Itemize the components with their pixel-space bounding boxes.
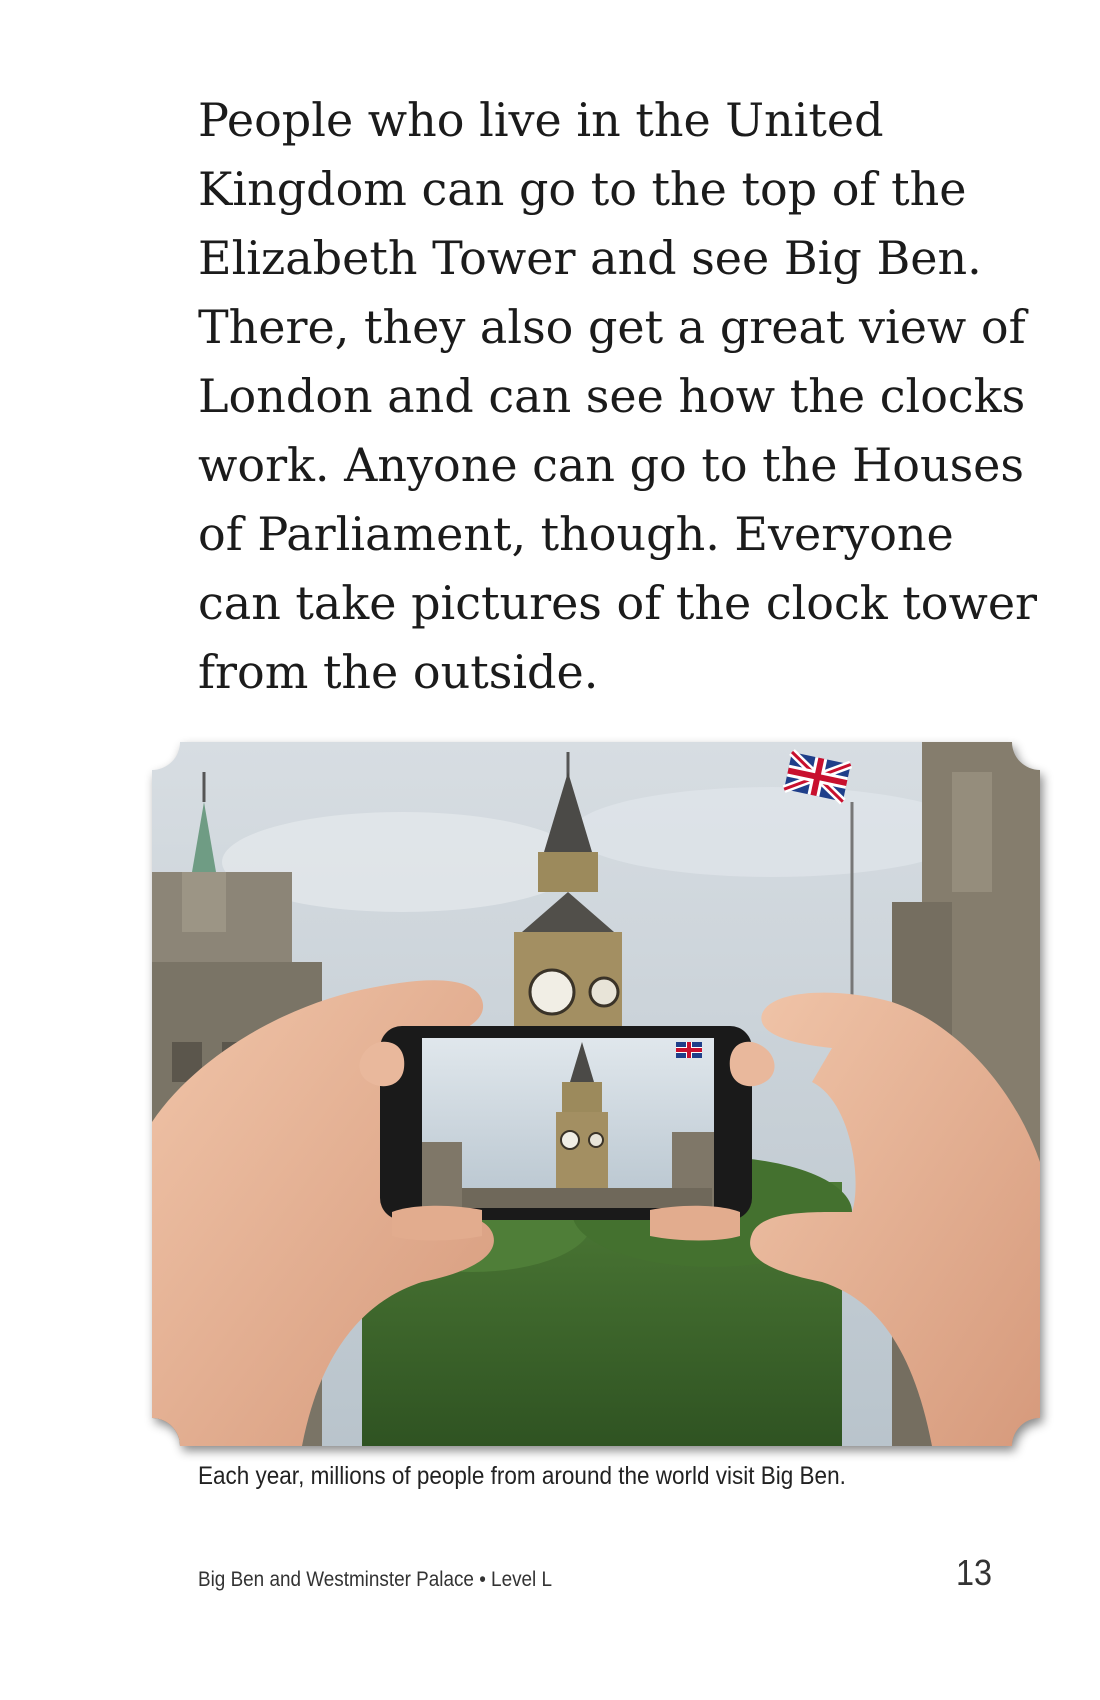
- body-line: There, they also get a great view of: [198, 300, 1026, 354]
- photo-big-ben-smartphone: [152, 742, 1040, 1446]
- body-line: can take pictures of the clock tower: [198, 576, 1038, 630]
- body-line: Elizabeth Tower and see Big Ben.: [198, 231, 982, 285]
- body-line: People who live in the United: [198, 93, 884, 147]
- body-paragraph: People who live in the United Kingdom ca…: [198, 86, 1038, 707]
- body-line: from the outside.: [198, 645, 599, 699]
- photo-caption: Each year, millions of people from aroun…: [198, 1462, 846, 1490]
- smartphone-icon: [380, 1026, 752, 1220]
- page-number: 13: [955, 1552, 992, 1593]
- body-line: Kingdom can go to the top of the: [198, 162, 967, 216]
- body-line: London and can see how the clocks: [198, 369, 1026, 423]
- body-line: of Parliament, though. Everyone: [198, 507, 954, 561]
- body-line: work. Anyone can go to the Houses: [198, 438, 1025, 492]
- footer-book-title: Big Ben and Westminster Palace • Level L: [198, 1568, 553, 1591]
